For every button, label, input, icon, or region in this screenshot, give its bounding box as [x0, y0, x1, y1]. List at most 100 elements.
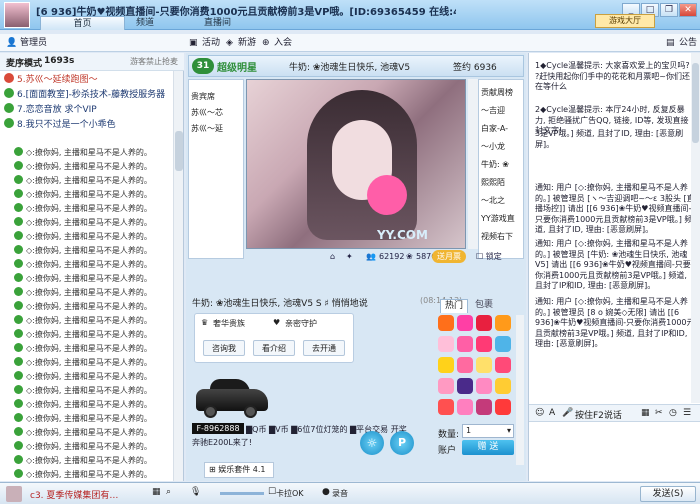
mix-checkbox[interactable]: ☐	[268, 487, 276, 497]
mic-queue-item[interactable]: 6.[面面教室]-秒杀技术-藤教授服务器	[4, 88, 180, 102]
open-vip-button[interactable]: 去开通	[303, 340, 345, 356]
grid-icon[interactable]: ▦	[152, 487, 161, 497]
record-icon[interactable]: ●	[322, 487, 330, 497]
gift-item[interactable]	[476, 315, 492, 331]
volume-slider[interactable]	[220, 492, 264, 495]
vip-seat-item[interactable]: 苏巛〜延	[191, 122, 243, 136]
view-intro-button[interactable]: 看介绍	[253, 340, 295, 356]
contribution-item[interactable]: 白家-A-	[481, 122, 523, 136]
push-to-talk-label: 按住F2说话	[575, 411, 622, 421]
mic-queue-item[interactable]: 5.苏巛〜延续跑图〜	[4, 73, 180, 87]
video-stream[interactable]: YY.COM	[246, 79, 466, 249]
contribution-item[interactable]: 〜吉迎	[481, 104, 523, 118]
list-item-text: ◇:撩你妈, 主播和星马不是人养的。	[26, 274, 152, 283]
contribution-item[interactable]: 〜北之	[481, 194, 523, 208]
announce-button[interactable]: 公告	[679, 35, 697, 51]
restore-icon[interactable]: ❐	[660, 3, 678, 17]
mic-status-icon	[4, 88, 14, 98]
contribution-item[interactable]: YY游戏直	[481, 212, 523, 226]
entertainment-kit-button[interactable]: ⊞ 娱乐套件 4.1	[204, 462, 274, 478]
search-icon[interactable]: ⌕	[166, 487, 171, 497]
chat-input[interactable]	[529, 423, 700, 481]
car-wheel	[204, 405, 217, 418]
send-button[interactable]: 发送(S)	[640, 486, 696, 502]
tab-home[interactable]: 首页	[40, 16, 125, 30]
left-scroll-thumb[interactable]	[175, 131, 183, 171]
send-gift-button[interactable]: 赠 送	[462, 440, 514, 455]
contribution-item[interactable]: 〜小龙	[481, 140, 523, 154]
contribution-item[interactable]: 牛奶: ❀	[481, 158, 523, 172]
lock-checkbox[interactable]: ☐ 锁定	[476, 251, 502, 262]
lock-label: 锁定	[485, 252, 502, 261]
screenshot-icon[interactable]: ✂	[655, 408, 663, 418]
ask-button[interactable]: 咨询我	[203, 340, 245, 356]
gift-item[interactable]	[476, 336, 492, 352]
gift-item[interactable]	[476, 378, 492, 394]
currency-bar[interactable]: ▇Q币 ▇V币 ▇6位7位灯笼的 ▇平台交易 开奖	[246, 424, 407, 435]
mic-queue-name: 恋恋音放 求个VIP	[25, 105, 97, 115]
chat-message: 通知: 用户 [◇:撩你妈, 主播和星马不是人养的。] 被管理员 [牛奶: ❀池…	[535, 239, 695, 293]
admin-button[interactable]: 管理员	[20, 35, 47, 51]
gift-item[interactable]	[457, 336, 473, 352]
emoji-icon[interactable]: ☺	[535, 408, 544, 418]
gift-item[interactable]	[438, 315, 454, 331]
gift-scrollbar[interactable]	[516, 315, 524, 465]
share-icon[interactable]: ✦	[346, 250, 353, 264]
history-icon[interactable]: ◷	[669, 408, 677, 418]
gift-item[interactable]	[438, 399, 454, 415]
chat-scrollbar[interactable]	[691, 53, 700, 403]
tab-live-room[interactable]: 直播间	[195, 16, 240, 30]
game-hall-button[interactable]: 游戏大厅	[595, 14, 655, 28]
gift-item[interactable]	[495, 357, 511, 373]
gift-item[interactable]	[457, 315, 473, 331]
parking-icon[interactable]: P	[390, 431, 414, 455]
gift-item[interactable]	[495, 336, 511, 352]
gift-item[interactable]	[495, 399, 511, 415]
room-avatar[interactable]	[4, 2, 30, 28]
more-icon[interactable]: ☰	[683, 408, 691, 418]
user-status-icon	[14, 427, 23, 436]
user-status-icon	[14, 273, 23, 282]
gift-item[interactable]	[476, 357, 492, 373]
mic-icon[interactable]: 🎤	[562, 408, 573, 418]
mic-bottom-icon[interactable]: 🎙	[190, 487, 201, 497]
left-scrollbar[interactable]	[173, 71, 183, 481]
video-scrollbar[interactable]	[468, 79, 478, 249]
list-item[interactable]: ◇:撩你妈, 主播和星马不是人养的。	[2, 467, 182, 483]
close-icon[interactable]: ✕	[679, 3, 697, 17]
send-ticket-button[interactable]: 送月票	[432, 250, 466, 263]
contribution-item[interactable]: 视频右下	[481, 230, 523, 244]
home-icon[interactable]: ⌂	[330, 250, 335, 264]
contribution-item[interactable]: 贡献周榜	[481, 86, 523, 100]
gift-item[interactable]	[457, 378, 473, 394]
gift-item[interactable]	[457, 399, 473, 415]
gift-item[interactable]	[438, 378, 454, 394]
mic-queue-item[interactable]: 7.恋恋音放 求个VIP	[4, 103, 180, 117]
gift-item[interactable]	[438, 336, 454, 352]
join-button[interactable]: 入会	[274, 35, 292, 51]
contribution-item[interactable]: 熙熙陌	[481, 176, 523, 190]
mic-queue-item[interactable]: 8.我只不过是一个小乖色	[4, 118, 180, 132]
tab-bag[interactable]: 包裹	[470, 299, 498, 313]
quantity-select[interactable]: 1 ▾	[462, 424, 514, 438]
gift-item[interactable]	[495, 378, 511, 394]
shop-bag-icon[interactable]: ☼	[360, 431, 384, 455]
activity-button[interactable]: 活动	[202, 35, 220, 51]
user-status-icon	[14, 441, 23, 450]
vip-seat-item[interactable]: 苏巛〜芯	[191, 106, 243, 120]
bottom-ticker[interactable]: c3. 夏季传媒集团有…	[30, 488, 118, 501]
tab-channel[interactable]: 频道	[130, 16, 160, 30]
tab-hot-gifts[interactable]: 热门	[440, 299, 468, 313]
gift-item[interactable]	[438, 357, 454, 373]
image-icon[interactable]: ▦	[641, 408, 650, 418]
vip-seat-item[interactable]: 贵宾席	[191, 90, 243, 104]
list-item-text: ◇:撩你妈, 主播和星马不是人养的。	[26, 330, 152, 339]
gift-item[interactable]	[495, 315, 511, 331]
gift-item[interactable]	[476, 399, 492, 415]
chat-scroll-thumb[interactable]	[692, 63, 699, 143]
list-item-text: ◇:撩你妈, 主播和星马不是人养的。	[26, 442, 152, 451]
user-avatar[interactable]	[6, 486, 22, 502]
gift-item[interactable]	[457, 357, 473, 373]
font-icon[interactable]: A	[549, 408, 555, 418]
new-game-button[interactable]: 新游	[238, 35, 256, 51]
